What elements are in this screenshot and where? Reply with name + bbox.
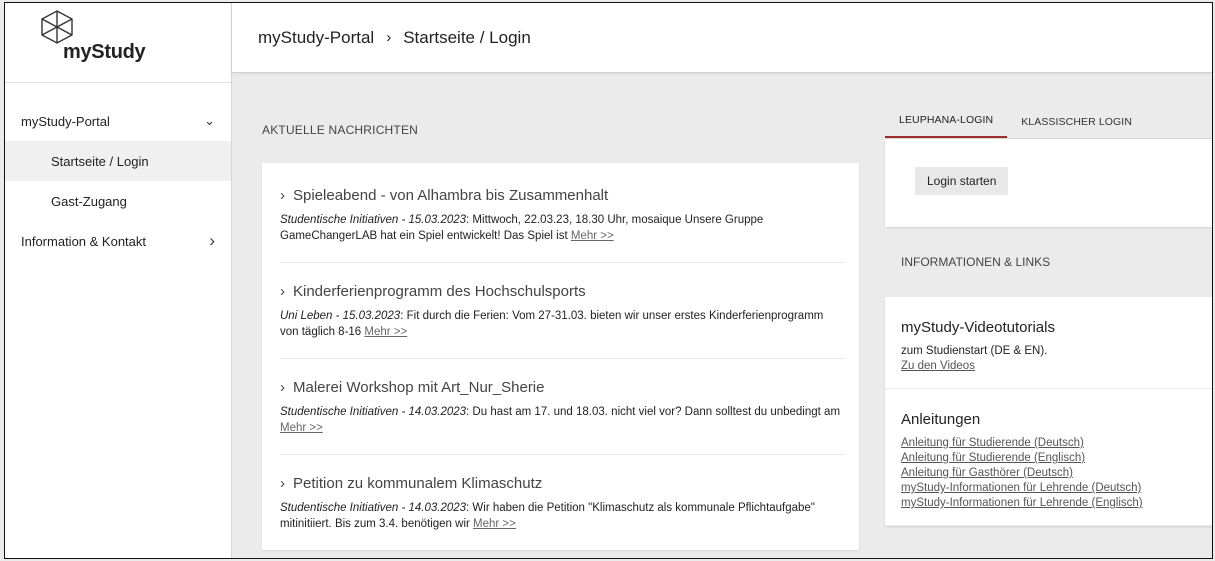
tab-leuphana-login[interactable]: LEUPHANA-LOGIN [885,114,1008,138]
sidebar-item-label: Information & Kontakt [21,233,147,249]
news-item: › Kinderferienprogramm des Hochschulsport… [280,277,845,359]
chevron-right-icon: › [386,29,392,46]
news-meta: Studentische Initiativen - 14.03.2023 [280,502,467,514]
videos-link[interactable]: Zu den Videos [901,359,1197,374]
guide-link[interactable]: myStudy-Informationen für Lehrende (Deut… [901,481,1197,496]
chevron-right-icon: › [280,283,285,300]
sidebar: myStudy myStudy-Portal ⌄ Startseite / Lo… [5,3,232,558]
news-title-text: Spieleabend - von Alhambra bis Zusammenh… [293,187,609,204]
news-title-text: Malerei Workshop mit Art_Nur_Sherie [293,379,545,396]
sidebar-item-label: Startseite / Login [51,153,149,169]
news-teaser: Studentische Initiativen - 15.03.2023: M… [280,212,845,244]
news-item: › Spieleabend - von Alhambra bis Zusammen… [280,181,845,263]
breadcrumb: myStudy-Portal › Startseite / Login [232,3,1212,73]
news-card: › Spieleabend - von Alhambra bis Zusammen… [262,163,859,550]
news-title-link[interactable]: › Petition zu kommunalem Klimaschutz [280,475,845,492]
news-section: AKTUELLE NACHRICHTEN › Spieleabend - von … [262,73,862,558]
login-card: Login starten [885,139,1212,227]
videotutorials-title: myStudy-Videotutorials [901,319,1055,336]
news-teaser: Studentische Initiativen - 14.03.2023: D… [280,404,845,436]
more-link[interactable]: Mehr >> [364,326,407,338]
chevron-right-icon: › [280,475,285,492]
chevron-right-icon: › [209,231,215,250]
guides-block: Anleitungen Anleitung für Studierende (D… [885,389,1212,526]
tab-klassischer-login[interactable]: KLASSISCHER LOGIN [1007,116,1146,138]
news-meta: Studentische Initiativen - 15.03.2023 [280,214,467,226]
sidebar-item-label: myStudy-Portal [21,113,110,129]
login-start-button[interactable]: Login starten [915,167,1009,195]
sidebar-item-information-kontakt[interactable]: Information & Kontakt › [5,221,231,261]
sidebar-item-startseite-login[interactable]: Startseite / Login [5,141,231,181]
guide-link[interactable]: myStudy-Informationen für Lehrende (Engl… [901,496,1197,511]
breadcrumb-portal[interactable]: myStudy-Portal [258,28,374,48]
info-card: myStudy-Videotutorials zum Studienstart … [885,297,1212,526]
videotutorials-block: myStudy-Videotutorials zum Studienstart … [885,297,1212,389]
chevron-right-icon: › [280,379,285,396]
news-title-text: Petition zu kommunalem Klimaschutz [293,475,543,492]
login-tabs: LEUPHANA-LOGIN KLASSISCHER LOGIN [885,107,1212,139]
news-body: : Du hast am 17. und 18.03. nicht viel v… [466,406,841,418]
chevron-right-icon: › [280,187,285,204]
breadcrumb-current: Startseite / Login [403,27,531,47]
sidebar-nav: myStudy-Portal ⌄ Startseite / Login Gast… [5,101,231,261]
guide-link[interactable]: Anleitung für Studierende (Englisch) [901,451,1197,466]
right-column: LEUPHANA-LOGIN KLASSISCHER LOGIN Login s… [885,73,1212,526]
guide-link[interactable]: Anleitung für Studierende (Deutsch) [901,436,1197,451]
logo-cube-icon [41,10,73,44]
news-meta: Studentische Initiativen - 14.03.2023 [280,406,467,418]
guide-link[interactable]: Anleitung für Gasthörer (Deutsch) [901,466,1197,481]
news-meta: Uni Leben - 15.03.2023 [280,310,401,322]
news-title-text: Kinderferienprogramm des Hochschulsports [293,283,586,300]
more-link[interactable]: Mehr >> [571,230,614,242]
sidebar-item-label: Gast-Zugang [51,193,127,209]
news-item: › Petition zu kommunalem Klimaschutz Stud… [280,469,845,550]
news-title-link[interactable]: › Spieleabend - von Alhambra bis Zusammen… [280,187,845,204]
sidebar-item-mystudy-portal[interactable]: myStudy-Portal ⌄ [5,101,231,141]
logo[interactable]: myStudy [5,3,231,83]
guides-title: Anleitungen [901,411,981,428]
chevron-down-icon: ⌄ [204,113,215,128]
sidebar-item-gast-zugang[interactable]: Gast-Zugang [5,181,231,221]
news-teaser: Uni Leben - 15.03.2023: Fit durch die Fe… [280,308,845,340]
news-title-link[interactable]: › Kinderferienprogramm des Hochschulsport… [280,283,845,300]
news-item: › Malerei Workshop mit Art_Nur_Sherie Stu… [280,373,845,455]
more-link[interactable]: Mehr >> [280,422,323,434]
videotutorials-text: zum Studienstart (DE & EN). [901,345,1048,357]
news-teaser: Studentische Initiativen - 14.03.2023: W… [280,500,845,532]
logo-text: myStudy [63,41,146,63]
news-section-title: AKTUELLE NACHRICHTEN [262,123,419,137]
page-frame: myStudy myStudy-Portal ⌄ Startseite / Lo… [4,2,1213,559]
info-section-title: INFORMATIONEN & LINKS [901,255,1051,269]
news-title-link[interactable]: › Malerei Workshop mit Art_Nur_Sherie [280,379,845,396]
more-link[interactable]: Mehr >> [473,518,516,530]
